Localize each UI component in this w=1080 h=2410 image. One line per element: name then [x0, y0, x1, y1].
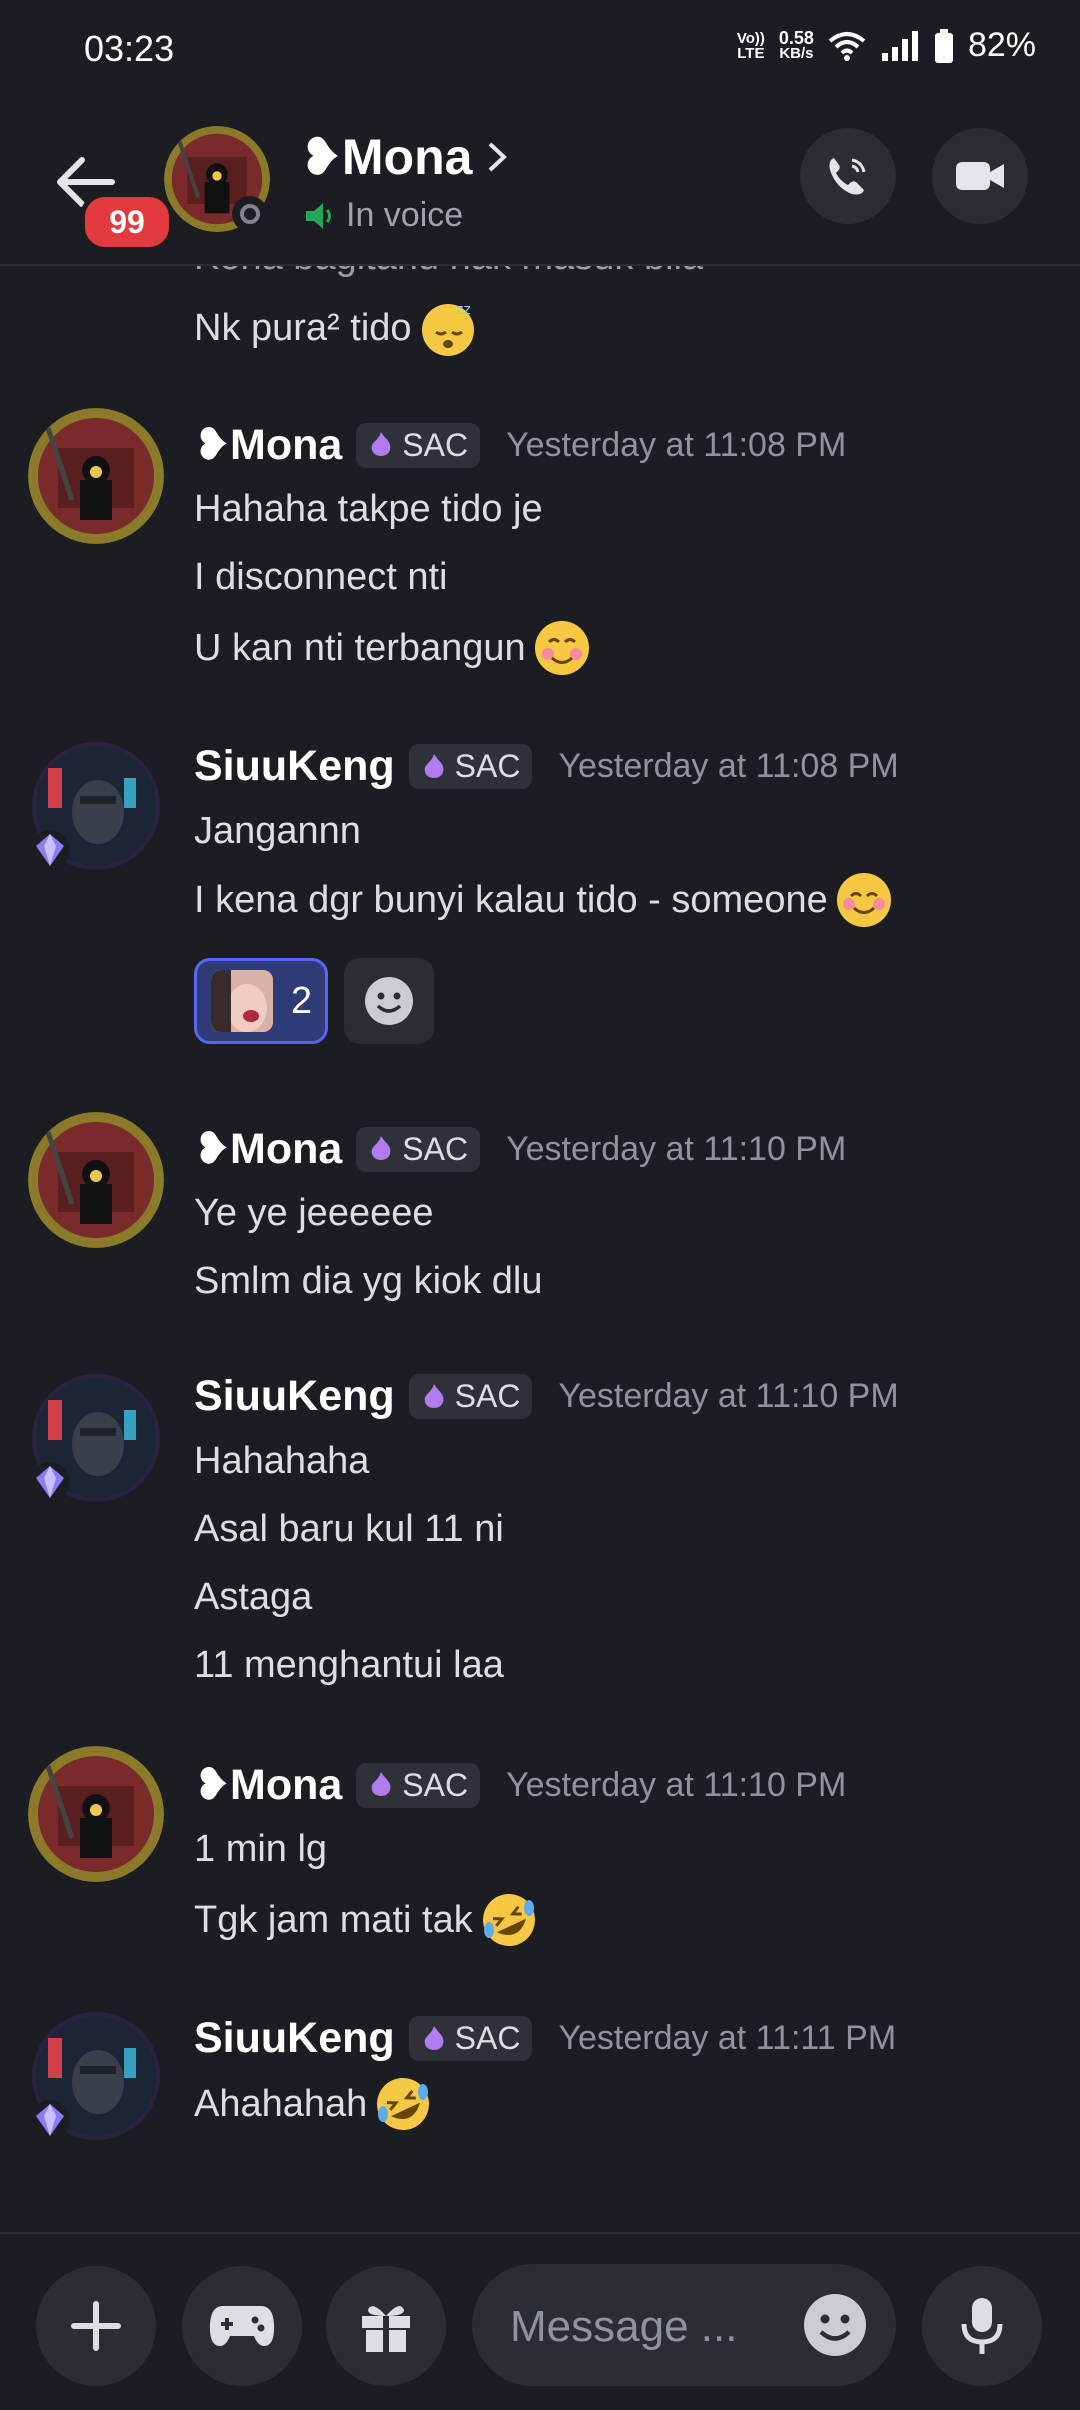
message-line: U kan nti terbangun: [194, 618, 592, 678]
message-author-row: SiuuKeng SAC Yesterday at 11:10 PM: [194, 1372, 899, 1421]
gift-icon: [362, 2306, 410, 2352]
reaction-chip[interactable]: 2: [194, 958, 328, 1044]
avatar[interactable]: [28, 1746, 164, 1882]
flame-icon: [371, 1136, 391, 1160]
emoji-picker-icon[interactable]: [802, 2292, 868, 2358]
message-author-row: SiuuKeng SAC Yesterday at 11:08 PM: [194, 742, 899, 791]
microphone-icon: [961, 2298, 1003, 2354]
status-bar: 03:23 Vo)) LTE 0.58 KB/s 82%: [0, 0, 1080, 100]
author-name[interactable]: SiuuKeng: [194, 1372, 395, 1421]
message-author-row: SiuuKeng SAC Yesterday at 11:11 PM: [194, 2014, 896, 2063]
voice-message-button[interactable]: [922, 2266, 1042, 2386]
message-line: Jangannn: [194, 810, 361, 852]
smiling-face-emoji-icon: [836, 873, 891, 927]
nitro-gem-icon: [30, 830, 70, 870]
clock: 03:23: [84, 28, 175, 69]
message-line: Smlm dia yg kiok dlu: [194, 1260, 543, 1302]
server-tag[interactable]: SAC: [356, 422, 481, 468]
flame-icon: [424, 2025, 444, 2050]
composer-bar: Message ...: [0, 2232, 1080, 2410]
attach-button[interactable]: [36, 2266, 156, 2386]
message-line: 1 min lg: [194, 1828, 328, 1870]
server-tag[interactable]: SAC: [408, 1374, 533, 1419]
gift-button[interactable]: [326, 2266, 446, 2386]
timestamp: Yesterday at 11:08 PM: [558, 747, 899, 785]
author-name[interactable]: ❥Mona: [194, 420, 342, 470]
video-camera-icon: [956, 162, 1004, 190]
activities-button[interactable]: [182, 2266, 302, 2386]
volte-indicator: Vo)) LTE: [736, 29, 765, 62]
chevron-right-icon: [489, 142, 508, 172]
battery-icon: [934, 28, 953, 63]
chat-header: 99 ❥Mona In voice: [0, 100, 1080, 266]
timestamp: Yesterday at 11:10 PM: [506, 1765, 847, 1804]
server-tag[interactable]: SAC: [356, 1126, 481, 1172]
voice-status: In voice: [304, 196, 463, 235]
server-tag[interactable]: SAC: [408, 2016, 533, 2061]
message-author-row: ❥Mona SAC Yesterday at 11:10 PM: [194, 1760, 846, 1810]
message-line: Tgk jam mati tak: [194, 1890, 539, 1950]
avatar[interactable]: [28, 408, 164, 544]
flame-icon: [424, 753, 444, 778]
speaker-icon: [306, 202, 331, 229]
avatar[interactable]: [28, 2008, 164, 2144]
signal-icon: [881, 30, 918, 61]
sleeping-face-emoji-icon: zz: [421, 302, 474, 356]
wifi-icon: [828, 31, 866, 61]
message-line: Ye ye jeeeeee: [194, 1192, 434, 1234]
timestamp: Yesterday at 11:10 PM: [506, 1129, 847, 1168]
rolling-laughing-emoji-icon: [482, 1894, 535, 1946]
timestamp: Yesterday at 11:08 PM: [506, 425, 847, 464]
header-title[interactable]: ❥Mona: [300, 128, 508, 186]
author-name[interactable]: ❥Mona: [194, 1124, 342, 1174]
network-speed: 0.58 KB/s: [778, 27, 814, 62]
nitro-gem-icon: [30, 2100, 70, 2140]
flame-icon: [424, 1383, 444, 1408]
message-line: I kena dgr bunyi kalau tido - someone: [194, 870, 894, 930]
avatar[interactable]: [28, 738, 164, 874]
reaction-count: 2: [291, 979, 313, 1022]
message-line: Asal baru kul 11 ni: [194, 1508, 504, 1550]
nitro-gem-icon: [30, 1462, 70, 1502]
avatar[interactable]: [28, 1370, 164, 1506]
message-input[interactable]: Message ...: [472, 2264, 896, 2386]
author-name[interactable]: SiuuKeng: [194, 2014, 395, 2063]
presence-status-icon: [232, 196, 268, 232]
server-tag[interactable]: SAC: [408, 744, 533, 789]
flame-icon: [371, 432, 391, 456]
battery-percent: 82%: [967, 26, 1036, 64]
plus-icon: [71, 2301, 121, 2351]
smiling-face-emoji-icon: [534, 621, 589, 675]
video-call-button[interactable]: [932, 128, 1028, 224]
message-author-row: ❥Mona SAC Yesterday at 11:08 PM: [194, 420, 846, 470]
reaction-sticker: [211, 970, 273, 1032]
add-reaction-button[interactable]: [344, 958, 434, 1044]
flame-icon: [371, 1772, 391, 1796]
message-line: Hahahaha: [194, 1440, 370, 1482]
message-line: Astaga: [194, 1576, 313, 1618]
phone-icon: [829, 158, 866, 195]
message-line: Nk pura² tido zz: [194, 298, 478, 358]
avatar[interactable]: [28, 1112, 164, 1248]
voice-call-button[interactable]: [800, 128, 896, 224]
server-tag[interactable]: SAC: [356, 1762, 481, 1808]
message-placeholder: Message ...: [510, 2302, 738, 2351]
timestamp: Yesterday at 11:11 PM: [558, 2019, 897, 2057]
message-line: I disconnect nti: [194, 556, 448, 598]
unread-badge: 99: [80, 192, 174, 252]
author-name[interactable]: ❥Mona: [194, 1760, 342, 1810]
timestamp: Yesterday at 11:10 PM: [558, 1377, 899, 1415]
message-line: Hahaha takpe tido je: [194, 488, 543, 530]
message-line: Ahahahah: [194, 2074, 433, 2134]
author-name[interactable]: SiuuKeng: [194, 742, 395, 791]
rolling-laughing-emoji-icon: [377, 2078, 430, 2130]
message-line: 11 menghantui laa: [194, 1644, 504, 1686]
svg-text:zz: zz: [456, 302, 471, 318]
smiley-icon: [365, 977, 413, 1025]
gamepad-icon: [209, 2306, 275, 2346]
message-author-row: ❥Mona SAC Yesterday at 11:10 PM: [194, 1124, 846, 1174]
